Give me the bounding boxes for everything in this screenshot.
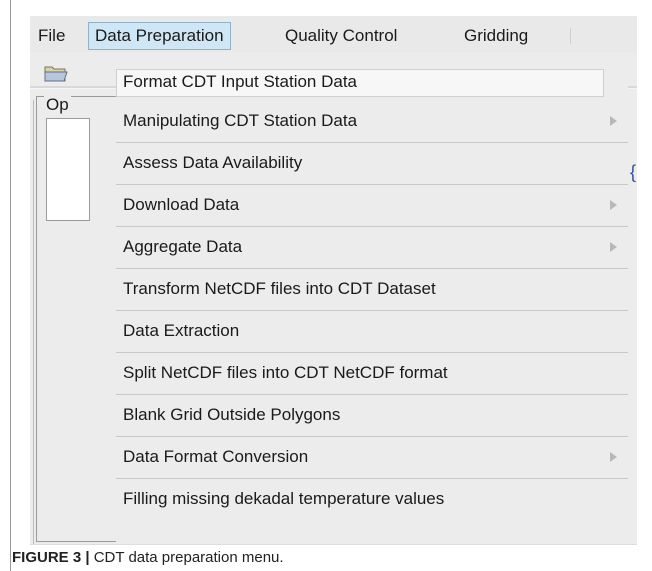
window-bottom-edge — [30, 544, 637, 545]
app-window: File Data Preparation Quality Control Gr… — [30, 16, 637, 544]
menu-item-label: Assess Data Availability — [123, 153, 303, 172]
submenu-arrow-icon — [610, 452, 617, 462]
menu-item-label: Format CDT Input Station Data — [123, 72, 358, 91]
figure-caption-text: CDT data preparation menu. — [89, 549, 284, 566]
menu-item-download-data[interactable]: Download Data — [116, 185, 628, 227]
menu-item-filling-missing-dekadal-temperature[interactable]: Filling missing dekadal temperature valu… — [116, 479, 628, 521]
menu-item-aggregate-data[interactable]: Aggregate Data — [116, 227, 628, 269]
brace-icon: { — [630, 162, 637, 182]
menu-item-data-format-conversion[interactable]: Data Format Conversion — [116, 437, 628, 479]
menu-item-label: Data Extraction — [123, 321, 240, 340]
menu-item-label: Transform NetCDF files into CDT Dataset — [123, 279, 436, 298]
menu-item-label: Filling missing dekadal temperature valu… — [123, 489, 445, 508]
menu-item-blank-grid-outside-polygons[interactable]: Blank Grid Outside Polygons — [116, 395, 628, 437]
panel-edge — [33, 100, 34, 544]
submenu-arrow-icon — [610, 242, 617, 252]
menu-item-manipulating-cdt-station-data[interactable]: Manipulating CDT Station Data — [116, 101, 628, 143]
menu-item-label: Manipulating CDT Station Data — [123, 111, 358, 130]
menu-item-label: Data Format Conversion — [123, 447, 309, 466]
menu-item-label: Aggregate Data — [123, 237, 243, 256]
menu-data-preparation[interactable]: Data Preparation — [88, 22, 231, 50]
submenu-arrow-icon — [610, 200, 617, 210]
folder-icon — [44, 66, 68, 82]
menu-item-label: Split NetCDF files into CDT NetCDF forma… — [123, 363, 448, 382]
menu-item-transform-netcdf-files[interactable]: Transform NetCDF files into CDT Dataset — [116, 269, 628, 311]
menu-item-label: Download Data — [123, 195, 240, 214]
open-folder-button[interactable] — [43, 61, 69, 83]
menubar: File Data Preparation Quality Control Gr… — [30, 16, 637, 52]
figure-caption: FIGURE 3 | CDT data preparation menu. — [12, 549, 284, 566]
menu-item-label: Blank Grid Outside Polygons — [123, 405, 341, 424]
data-preparation-dropdown: Format CDT Input Station Data Manipulati… — [116, 69, 628, 544]
menu-file[interactable]: File — [32, 22, 71, 50]
options-listbox[interactable] — [46, 118, 90, 221]
menu-item-assess-data-availability[interactable]: Assess Data Availability — [116, 143, 628, 185]
menu-gridding[interactable]: Gridding — [458, 22, 534, 50]
menubar-separator — [570, 28, 571, 44]
menu-item-format-cdt-input-station-data[interactable]: Format CDT Input Station Data — [116, 69, 604, 97]
figure-caption-label: FIGURE 3 | — [12, 549, 90, 566]
menu-item-split-netcdf-files[interactable]: Split NetCDF files into CDT NetCDF forma… — [116, 353, 628, 395]
menu-quality-control[interactable]: Quality Control — [279, 22, 403, 50]
options-frame-label: Op — [44, 94, 71, 116]
menu-item-data-extraction[interactable]: Data Extraction — [116, 311, 628, 353]
submenu-arrow-icon — [610, 116, 617, 126]
